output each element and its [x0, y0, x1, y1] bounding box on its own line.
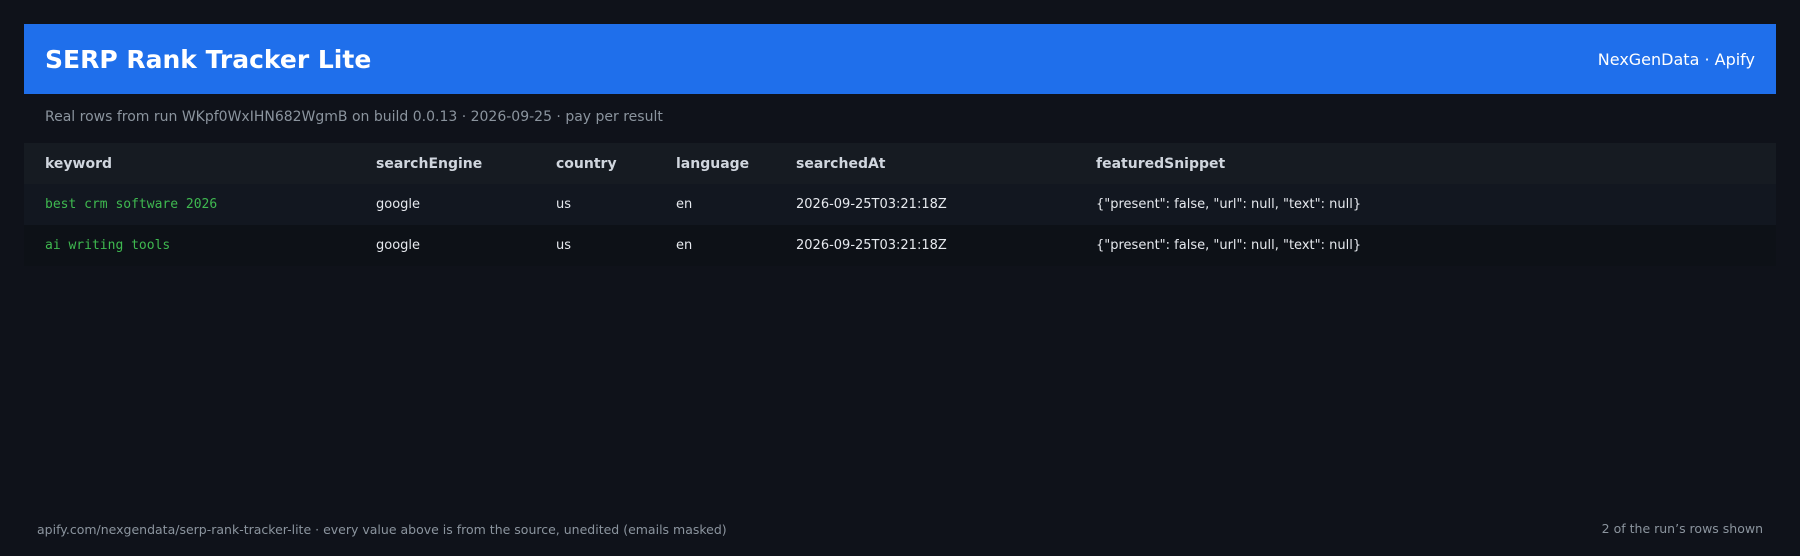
language-cell: en: [676, 197, 693, 212]
table-row: ai writing tools google us en 2026-09-25…: [24, 225, 1776, 266]
featured-snippet-cell: {"present": false, "url": null, "text": …: [1096, 238, 1362, 253]
table-row: best crm software 2026 google us en 2026…: [24, 184, 1776, 225]
country-cell: us: [556, 197, 572, 212]
column-header-country: country: [556, 155, 617, 172]
table-header-row: keyword searchEngine country language se…: [24, 143, 1776, 184]
brand-label: NexGenData · Apify: [1597, 49, 1755, 69]
source-footer: apify.com/nexgendata/serp-rank-tracker-l…: [37, 522, 727, 537]
language-cell: en: [676, 238, 693, 253]
results-table: keyword searchEngine country language se…: [24, 143, 1776, 266]
search-engine-cell: google: [376, 238, 421, 253]
featured-snippet-cell: {"present": false, "url": null, "text": …: [1096, 197, 1362, 212]
column-header-searchEngine: searchEngine: [376, 155, 483, 172]
run-subtitle: Real rows from run WKpf0WxIHN682WgmB on …: [45, 109, 663, 125]
searched-at-cell: 2026-09-25T03:21:18Z: [796, 197, 947, 212]
column-header-featuredSnippet: featuredSnippet: [1096, 155, 1226, 172]
searched-at-cell: 2026-09-25T03:21:18Z: [796, 238, 947, 253]
column-header-keyword: keyword: [45, 155, 113, 172]
country-cell: us: [556, 238, 572, 253]
header-bar: SERP Rank Tracker Lite NexGenData · Apif…: [24, 24, 1776, 94]
rows-shown-count: 2 of the run’s rows shown: [1601, 521, 1763, 536]
keyword-cell: ai writing tools: [45, 238, 171, 253]
page-title: SERP Rank Tracker Lite: [45, 44, 372, 74]
column-header-language: language: [676, 155, 750, 172]
search-engine-cell: google: [376, 197, 421, 212]
column-header-searchedAt: searchedAt: [796, 155, 886, 172]
keyword-cell: best crm software 2026: [45, 197, 218, 212]
